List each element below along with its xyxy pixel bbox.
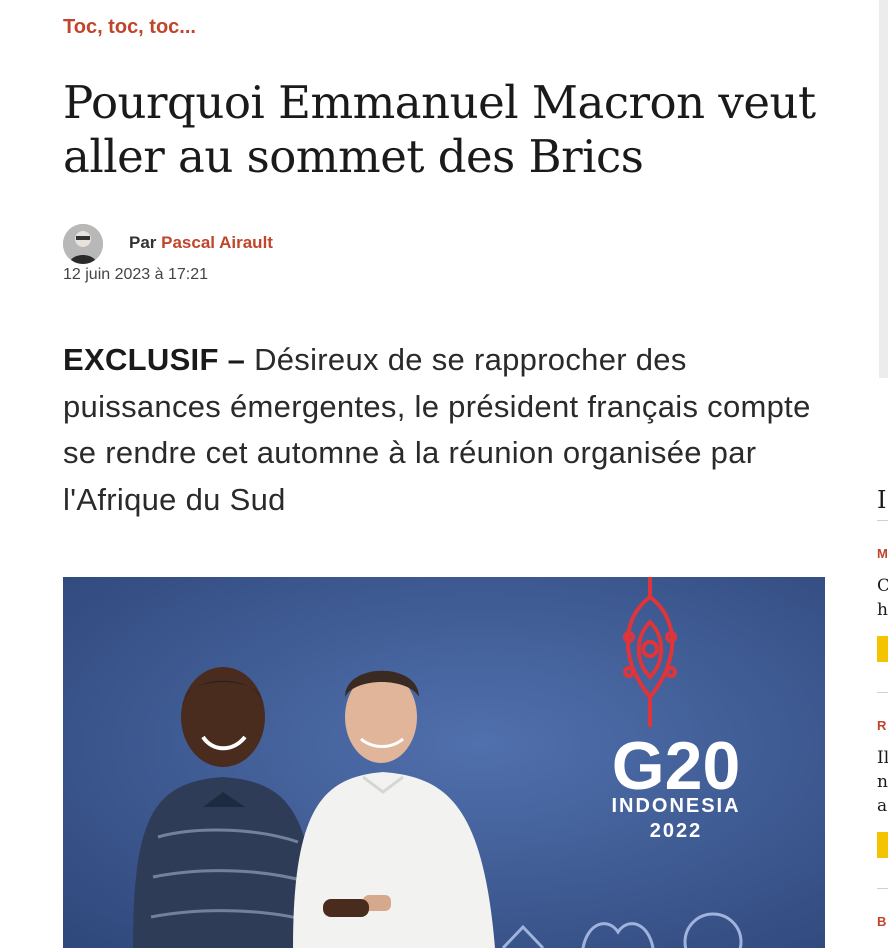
sidebar-item[interactable]: B (877, 914, 888, 929)
byline-text: Par Pascal Airault (129, 233, 273, 253)
sidebar-divider (877, 520, 888, 521)
g20-logo-sub1: INDONESIA (611, 795, 740, 817)
article-lead: EXCLUSIF – Désireux de se rapprocher des… (63, 337, 823, 523)
sidebar-item-text[interactable]: C h (877, 574, 888, 622)
sidebar-badge (877, 832, 888, 858)
article-photo[interactable]: G20 INDONESIA 2022 (63, 577, 825, 948)
author-avatar[interactable] (63, 224, 103, 264)
article-title: Pourquoi Emmanuel Macron veut aller au s… (63, 76, 816, 183)
author-link[interactable]: Pascal Airault (161, 233, 273, 252)
sidebar-item[interactable]: M (877, 546, 888, 561)
byline-prefix: Par (129, 233, 162, 252)
article-kicker[interactable]: Toc, toc, toc... (63, 16, 196, 39)
g20-logo-text: G20 (612, 728, 741, 804)
sidebar-badge (877, 636, 888, 662)
sidebar-item[interactable]: R (877, 718, 888, 733)
g20-logo-sub2: 2022 (650, 820, 703, 842)
sidebar-divider (877, 692, 888, 693)
right-sidebar: I M C h R Il n a B (877, 470, 888, 948)
publish-date: 12 juin 2023 à 17:21 (63, 266, 209, 283)
sidebar-divider (877, 888, 888, 889)
sidebar-heading: I (877, 486, 887, 514)
lead-tag: EXCLUSIF – (63, 342, 255, 377)
sidebar-item-text[interactable]: Il n a (877, 746, 888, 818)
sidebar-scroll-strip (879, 0, 888, 378)
